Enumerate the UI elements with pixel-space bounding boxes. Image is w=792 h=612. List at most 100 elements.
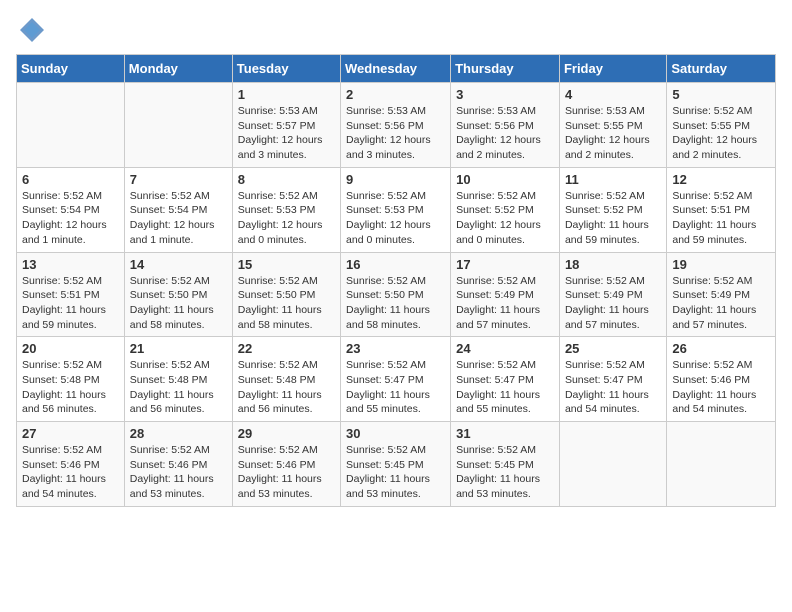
cell-content: Sunrise: 5:52 AM Sunset: 5:49 PM Dayligh… [565, 274, 661, 333]
cell-content: Sunrise: 5:52 AM Sunset: 5:53 PM Dayligh… [346, 189, 445, 248]
day-number: 11 [565, 172, 661, 187]
column-header-sunday: Sunday [17, 55, 125, 83]
calendar-cell: 16 Sunrise: 5:52 AM Sunset: 5:50 PM Dayli… [341, 252, 451, 337]
day-number: 7 [130, 172, 227, 187]
cell-content: Sunrise: 5:52 AM Sunset: 5:52 PM Dayligh… [565, 189, 661, 248]
calendar-cell: 7 Sunrise: 5:52 AM Sunset: 5:54 PM Daylig… [124, 167, 232, 252]
column-header-friday: Friday [559, 55, 666, 83]
day-number: 18 [565, 257, 661, 272]
cell-content: Sunrise: 5:52 AM Sunset: 5:47 PM Dayligh… [565, 358, 661, 417]
calendar-cell: 11 Sunrise: 5:52 AM Sunset: 5:52 PM Dayli… [559, 167, 666, 252]
cell-content: Sunrise: 5:52 AM Sunset: 5:51 PM Dayligh… [672, 189, 770, 248]
calendar-table: SundayMondayTuesdayWednesdayThursdayFrid… [16, 54, 776, 507]
week-row-5: 27 Sunrise: 5:52 AM Sunset: 5:46 PM Dayli… [17, 422, 776, 507]
day-number: 13 [22, 257, 119, 272]
day-number: 6 [22, 172, 119, 187]
cell-content: Sunrise: 5:52 AM Sunset: 5:53 PM Dayligh… [238, 189, 335, 248]
day-number: 9 [346, 172, 445, 187]
cell-content: Sunrise: 5:53 AM Sunset: 5:57 PM Dayligh… [238, 104, 335, 163]
cell-content: Sunrise: 5:52 AM Sunset: 5:48 PM Dayligh… [22, 358, 119, 417]
logo [16, 16, 46, 44]
calendar-cell [559, 422, 666, 507]
day-number: 27 [22, 426, 119, 441]
calendar-cell: 13 Sunrise: 5:52 AM Sunset: 5:51 PM Dayli… [17, 252, 125, 337]
day-number: 22 [238, 341, 335, 356]
calendar-cell: 10 Sunrise: 5:52 AM Sunset: 5:52 PM Dayli… [451, 167, 560, 252]
week-row-3: 13 Sunrise: 5:52 AM Sunset: 5:51 PM Dayli… [17, 252, 776, 337]
column-header-monday: Monday [124, 55, 232, 83]
cell-content: Sunrise: 5:52 AM Sunset: 5:46 PM Dayligh… [238, 443, 335, 502]
cell-content: Sunrise: 5:52 AM Sunset: 5:52 PM Dayligh… [456, 189, 554, 248]
calendar-header-row: SundayMondayTuesdayWednesdayThursdayFrid… [17, 55, 776, 83]
day-number: 20 [22, 341, 119, 356]
day-number: 30 [346, 426, 445, 441]
day-number: 1 [238, 87, 335, 102]
cell-content: Sunrise: 5:53 AM Sunset: 5:56 PM Dayligh… [346, 104, 445, 163]
cell-content: Sunrise: 5:52 AM Sunset: 5:54 PM Dayligh… [130, 189, 227, 248]
day-number: 26 [672, 341, 770, 356]
week-row-4: 20 Sunrise: 5:52 AM Sunset: 5:48 PM Dayli… [17, 337, 776, 422]
cell-content: Sunrise: 5:52 AM Sunset: 5:55 PM Dayligh… [672, 104, 770, 163]
column-header-saturday: Saturday [667, 55, 776, 83]
cell-content: Sunrise: 5:52 AM Sunset: 5:51 PM Dayligh… [22, 274, 119, 333]
calendar-cell: 20 Sunrise: 5:52 AM Sunset: 5:48 PM Dayli… [17, 337, 125, 422]
day-number: 25 [565, 341, 661, 356]
calendar-cell: 4Sunrise: 5:53 AM Sunset: 5:55 PM Daylig… [559, 83, 666, 168]
day-number: 2 [346, 87, 445, 102]
day-number: 14 [130, 257, 227, 272]
calendar-cell: 28 Sunrise: 5:52 AM Sunset: 5:46 PM Dayli… [124, 422, 232, 507]
cell-content: Sunrise: 5:52 AM Sunset: 5:47 PM Dayligh… [456, 358, 554, 417]
calendar-cell: 6 Sunrise: 5:52 AM Sunset: 5:54 PM Daylig… [17, 167, 125, 252]
day-number: 15 [238, 257, 335, 272]
calendar-cell: 12 Sunrise: 5:52 AM Sunset: 5:51 PM Dayli… [667, 167, 776, 252]
calendar-cell: 1 Sunrise: 5:53 AM Sunset: 5:57 PM Daylig… [232, 83, 340, 168]
calendar-cell: 31Sunrise: 5:52 AM Sunset: 5:45 PM Dayli… [451, 422, 560, 507]
calendar-cell: 19 Sunrise: 5:52 AM Sunset: 5:49 PM Dayli… [667, 252, 776, 337]
day-number: 19 [672, 257, 770, 272]
cell-content: Sunrise: 5:52 AM Sunset: 5:48 PM Dayligh… [130, 358, 227, 417]
calendar-cell: 15 Sunrise: 5:52 AM Sunset: 5:50 PM Dayli… [232, 252, 340, 337]
day-number: 10 [456, 172, 554, 187]
column-header-tuesday: Tuesday [232, 55, 340, 83]
calendar-cell: 29 Sunrise: 5:52 AM Sunset: 5:46 PM Dayli… [232, 422, 340, 507]
day-number: 12 [672, 172, 770, 187]
calendar-cell: 18 Sunrise: 5:52 AM Sunset: 5:49 PM Dayli… [559, 252, 666, 337]
calendar-cell [17, 83, 125, 168]
cell-content: Sunrise: 5:52 AM Sunset: 5:50 PM Dayligh… [346, 274, 445, 333]
cell-content: Sunrise: 5:52 AM Sunset: 5:49 PM Dayligh… [672, 274, 770, 333]
day-number: 24 [456, 341, 554, 356]
cell-content: Sunrise: 5:52 AM Sunset: 5:46 PM Dayligh… [130, 443, 227, 502]
calendar-cell: 24 Sunrise: 5:52 AM Sunset: 5:47 PM Dayli… [451, 337, 560, 422]
calendar-cell: 2 Sunrise: 5:53 AM Sunset: 5:56 PM Daylig… [341, 83, 451, 168]
day-number: 29 [238, 426, 335, 441]
calendar-cell: 8 Sunrise: 5:52 AM Sunset: 5:53 PM Daylig… [232, 167, 340, 252]
day-number: 8 [238, 172, 335, 187]
page-header [16, 16, 776, 44]
calendar-cell: 21 Sunrise: 5:52 AM Sunset: 5:48 PM Dayli… [124, 337, 232, 422]
logo-icon [18, 16, 46, 44]
cell-content: Sunrise: 5:52 AM Sunset: 5:46 PM Dayligh… [22, 443, 119, 502]
day-number: 16 [346, 257, 445, 272]
calendar-cell: 17Sunrise: 5:52 AM Sunset: 5:49 PM Dayli… [451, 252, 560, 337]
cell-content: Sunrise: 5:52 AM Sunset: 5:54 PM Dayligh… [22, 189, 119, 248]
calendar-cell: 27 Sunrise: 5:52 AM Sunset: 5:46 PM Dayli… [17, 422, 125, 507]
day-number: 21 [130, 341, 227, 356]
cell-content: Sunrise: 5:53 AM Sunset: 5:56 PM Dayligh… [456, 104, 554, 163]
day-number: 4 [565, 87, 661, 102]
cell-content: Sunrise: 5:52 AM Sunset: 5:50 PM Dayligh… [130, 274, 227, 333]
cell-content: Sunrise: 5:52 AM Sunset: 5:47 PM Dayligh… [346, 358, 445, 417]
calendar-cell: 25 Sunrise: 5:52 AM Sunset: 5:47 PM Dayli… [559, 337, 666, 422]
calendar-cell: 26Sunrise: 5:52 AM Sunset: 5:46 PM Dayli… [667, 337, 776, 422]
week-row-1: 1 Sunrise: 5:53 AM Sunset: 5:57 PM Daylig… [17, 83, 776, 168]
column-header-wednesday: Wednesday [341, 55, 451, 83]
day-number: 5 [672, 87, 770, 102]
calendar-cell: 22Sunrise: 5:52 AM Sunset: 5:48 PM Dayli… [232, 337, 340, 422]
calendar-cell: 30Sunrise: 5:52 AM Sunset: 5:45 PM Dayli… [341, 422, 451, 507]
calendar-cell: 14 Sunrise: 5:52 AM Sunset: 5:50 PM Dayli… [124, 252, 232, 337]
day-number: 28 [130, 426, 227, 441]
calendar-cell [667, 422, 776, 507]
day-number: 31 [456, 426, 554, 441]
calendar-cell [124, 83, 232, 168]
cell-content: Sunrise: 5:52 AM Sunset: 5:50 PM Dayligh… [238, 274, 335, 333]
day-number: 17 [456, 257, 554, 272]
